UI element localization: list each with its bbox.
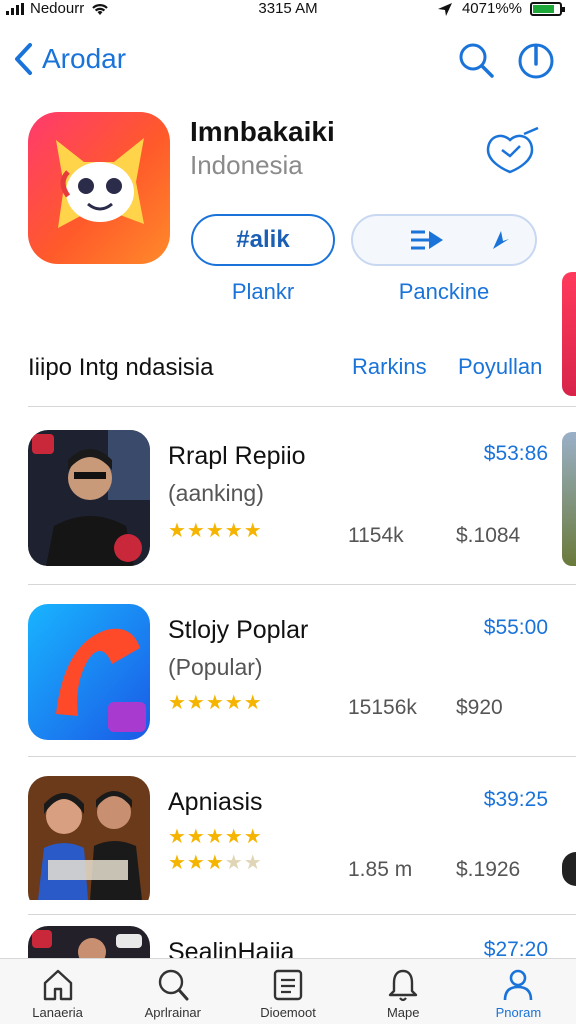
primary-caption: Plankr: [231, 279, 295, 304]
side-card-peek: [562, 272, 576, 396]
row-price[interactable]: $39:25: [484, 788, 548, 812]
row-price[interactable]: $53:86: [484, 442, 548, 466]
app-icon: [28, 112, 170, 264]
star-rating: ★★★★★: [168, 826, 263, 848]
tab-label: Dioemoot: [260, 1005, 316, 1020]
list-item[interactable]: Apniasis ★★★★★ ★★★★★ 1.85 m $.1926 $39:2…: [0, 776, 576, 926]
row-title: Rrapl Repiio: [168, 442, 306, 470]
arrow-right-icon: [411, 230, 443, 250]
app-thumbnail: [28, 776, 150, 912]
tab-label: Lanaeria: [32, 1005, 83, 1020]
tab-list[interactable]: Dioemoot: [230, 959, 345, 1024]
tab-label: Aprlrainar: [144, 1005, 201, 1020]
app-thumbnail: [28, 604, 150, 740]
status-right: 4071%%: [436, 0, 565, 17]
primary-action-label: #alik: [236, 226, 290, 253]
app-subtitle: Indonesia: [190, 150, 303, 180]
status-bar: Nedourr 3315 AM 4071%%: [0, 0, 576, 22]
battery-icon: [530, 1, 565, 16]
battery-fill: [533, 4, 554, 13]
secondary-action-button[interactable]: [351, 214, 537, 266]
row-count: 1.85 m: [348, 858, 413, 881]
tab-profile[interactable]: Pnoram: [461, 959, 576, 1024]
row-title: Stlojy Poplar: [168, 616, 309, 644]
row-subtitle: (Popular): [168, 654, 263, 680]
secondary-caption: Panckine: [398, 279, 490, 304]
heart-chat-icon[interactable]: [480, 124, 544, 176]
app-thumbnail: [28, 430, 150, 566]
tab-label: Mape: [386, 1005, 420, 1020]
list-item[interactable]: Rrapl Repiio (aanking) ★★★★★ 1154k $.108…: [0, 430, 576, 580]
row-price[interactable]: $55:00: [484, 616, 548, 640]
battery-text: 4071%%: [461, 0, 522, 17]
person-icon: [504, 969, 533, 1001]
tab-search[interactable]: Aprlrainar: [115, 959, 230, 1024]
row-title: SealinHaiia: [168, 938, 295, 958]
row-count: 15156k: [348, 696, 417, 719]
nav-bar: Arodar: [0, 36, 576, 86]
info-icon[interactable]: [516, 40, 556, 80]
row-size: $.1084: [456, 524, 521, 547]
chevron-left-icon: [15, 43, 32, 75]
star-rating-secondary: ★★★★★: [168, 852, 263, 874]
tab-bar: Lanaeria Aprlrainar Dioemoot Mape Pnoram: [0, 958, 576, 1024]
row-size: $920: [456, 696, 503, 719]
search-icon: [158, 969, 189, 1001]
divider: [28, 756, 576, 757]
tab-rankings[interactable]: Rarkins: [352, 354, 427, 380]
tab-notifications[interactable]: Mape: [346, 959, 461, 1024]
row-count: 1154k: [348, 524, 404, 547]
star-rating: ★★★★★: [168, 520, 263, 542]
tab-popular[interactable]: Poyullan: [458, 354, 542, 380]
row-subtitle: (aanking): [168, 480, 264, 506]
search-icon[interactable]: [456, 40, 496, 80]
row-size: $.1926: [456, 858, 521, 881]
row-title: Apniasis: [168, 788, 263, 816]
home-icon: [43, 969, 72, 1001]
star-rating: ★★★★★: [168, 692, 263, 714]
list-item[interactable]: SealinHaiia $27:20: [0, 926, 576, 958]
section-title: Iiipo Intg ndasisia: [28, 354, 214, 381]
location-icon: [437, 2, 452, 16]
tab-label: Pnoram: [495, 1005, 542, 1020]
list-icon: [273, 969, 303, 1001]
app-title: Imnbakaiki: [190, 116, 335, 147]
back-label: Arodar: [42, 43, 127, 74]
list-item[interactable]: Stlojy Poplar (Popular) ★★★★★ 15156k $92…: [0, 604, 576, 754]
side-card-peek: [562, 432, 576, 566]
divider: [28, 406, 576, 407]
divider: [28, 914, 576, 915]
primary-action-button[interactable]: #alik: [191, 214, 335, 266]
bell-icon: [389, 969, 418, 1002]
row-price[interactable]: $27:20: [484, 938, 548, 958]
app-thumbnail: [28, 926, 150, 958]
back-button[interactable]: Arodar: [12, 42, 126, 76]
divider: [28, 584, 576, 585]
pin-icon: [493, 231, 509, 249]
tab-home[interactable]: Lanaeria: [0, 959, 115, 1024]
